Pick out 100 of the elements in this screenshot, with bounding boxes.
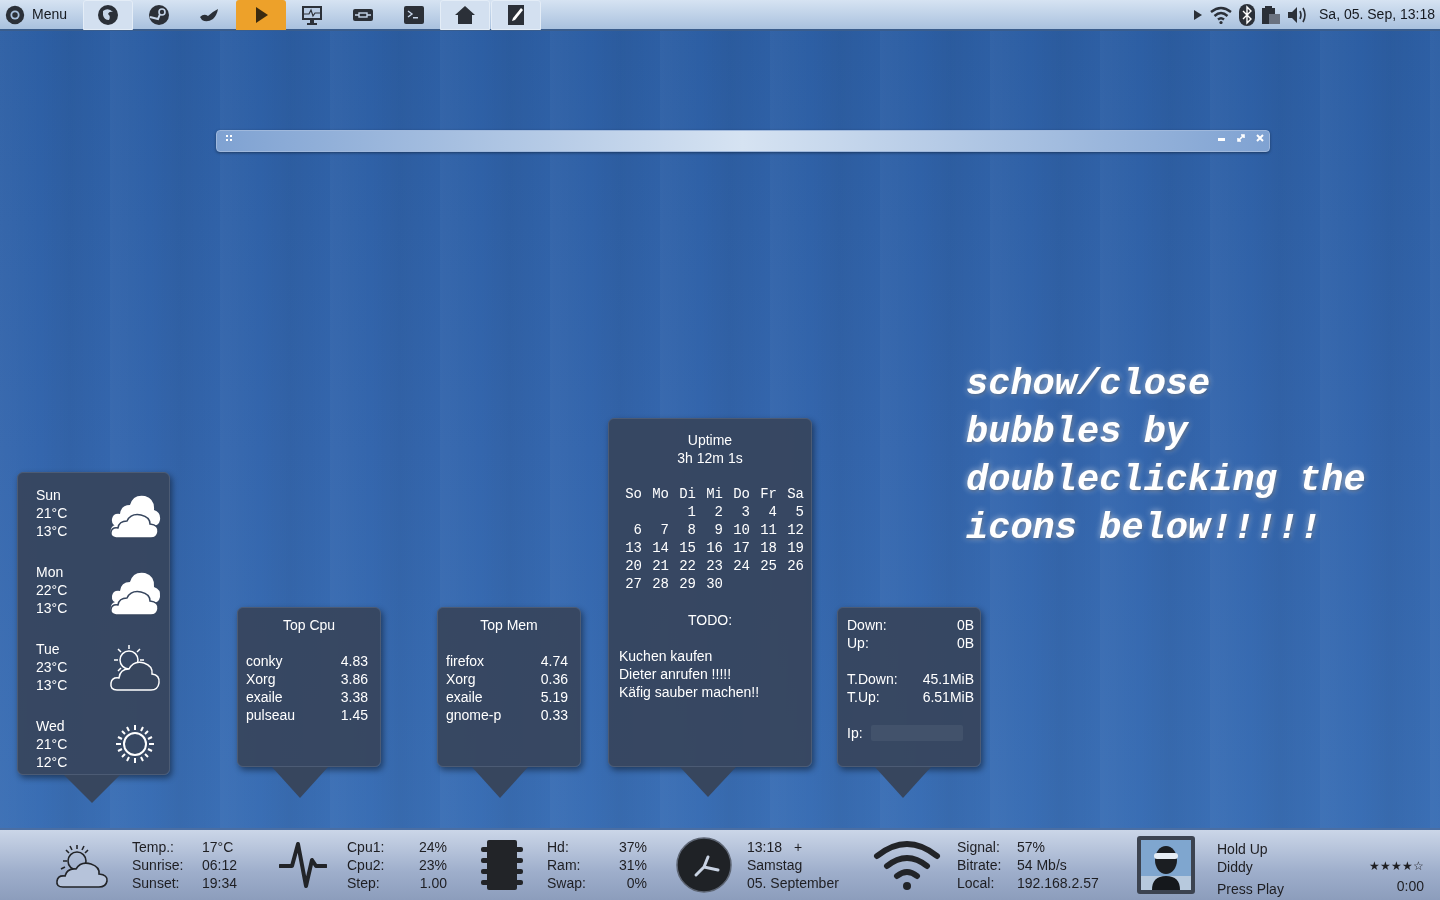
calendar-day: 2: [700, 503, 727, 521]
calendar-day: 29: [673, 575, 700, 593]
calendar-day: 28: [646, 575, 673, 593]
process-name: pulseau: [246, 706, 297, 724]
orb-icon: [4, 3, 26, 26]
wifi-icon[interactable]: [873, 838, 941, 892]
grip-icon[interactable]: [226, 135, 232, 141]
process-value: 3.86: [340, 670, 368, 688]
calendar-day: 1: [673, 503, 700, 521]
uptime-text: 3h 12m 1s: [676, 449, 744, 467]
calendar-day: 26: [781, 557, 808, 575]
clock-text[interactable]: Sa, 05. Sep, 13:18: [1319, 4, 1435, 25]
net-label: T.Down:: [847, 670, 899, 688]
net-value: 0B: [955, 616, 974, 634]
stat-label: Sunset:: [132, 874, 181, 892]
weekday-text: Mo: [651, 485, 670, 503]
status-text: Press Play: [1217, 880, 1285, 898]
calendar-day: 8: [673, 521, 700, 539]
stat-value: 24%: [417, 838, 447, 856]
calendar-day: 14: [646, 539, 673, 557]
todo-item: Käfig sauber machen!!: [619, 683, 761, 701]
process-name: firefox: [446, 652, 486, 670]
date-text: 05. September: [747, 874, 840, 892]
todo-title: TODO:: [686, 611, 734, 629]
stat-label: Ram:: [547, 856, 582, 874]
temperature-text: 23°C: [36, 658, 68, 676]
stat-value: 57%: [1017, 838, 1047, 856]
time-text: 0:00: [1396, 877, 1424, 895]
bubble-title: Top Mem: [479, 616, 539, 634]
calendar-day: 18: [754, 539, 781, 557]
calendar-day: 22: [673, 557, 700, 575]
stat-label: Swap:: [547, 874, 587, 892]
calendar-day: 12: [781, 521, 808, 539]
weekday-text: Di: [678, 485, 697, 503]
weekday-text: So: [624, 485, 643, 503]
stat-value: 0%: [625, 874, 647, 892]
net-value: 0B: [955, 634, 974, 652]
launcher-button[interactable]: [83, 0, 134, 30]
weekday-text: Samstag: [747, 856, 804, 874]
calendar-day: 5: [781, 503, 808, 521]
calendar-day: 7: [646, 521, 673, 539]
time-text: 13:18: [747, 838, 783, 856]
calendar-day: 30: [700, 575, 727, 593]
stat-value: 06:12: [202, 856, 239, 874]
stat-value: 19:34: [202, 874, 239, 892]
stat-value: 37%: [617, 838, 647, 856]
launcher-button[interactable]: [236, 0, 287, 30]
process-value: 5.19: [540, 688, 568, 706]
stat-value: 54 Mb/s: [1017, 856, 1068, 874]
temperature-text: 13°C: [36, 676, 68, 694]
calendar-day: 16: [700, 539, 727, 557]
menu-button[interactable]: Menu: [0, 0, 80, 30]
bluetooth-icon[interactable]: [1239, 3, 1255, 26]
stat-value: 17°C: [202, 838, 235, 856]
calendar-day: 15: [673, 539, 700, 557]
calendar-day: 20: [619, 557, 646, 575]
todo-item: Dieter anrufen !!!!!: [619, 665, 733, 683]
net-label: T.Up:: [847, 688, 881, 706]
stat-label: Cpu2:: [347, 856, 386, 874]
calendar-day: 6: [619, 521, 646, 539]
process-value: 0.36: [540, 670, 568, 688]
process-name: conky: [246, 652, 284, 670]
play-icon[interactable]: [1193, 8, 1203, 21]
calendar-day: 19: [781, 539, 808, 557]
weekday-text: Do: [732, 485, 751, 503]
stat-label: Signal:: [957, 838, 1001, 856]
chip-icon[interactable]: [481, 839, 523, 891]
calendar-day: 23: [700, 557, 727, 575]
process-name: exaile: [446, 688, 484, 706]
calendar-day: 25: [754, 557, 781, 575]
gear-ball-icon: [147, 2, 172, 27]
launcher-button[interactable]: [440, 0, 491, 30]
clipboard-icon[interactable]: [1261, 4, 1281, 25]
wifi-icon[interactable]: [1209, 5, 1233, 24]
calendar-day: 10: [727, 521, 754, 539]
process-value: 4.83: [340, 652, 368, 670]
stat-label: Cpu1:: [347, 838, 386, 856]
process-name: Xorg: [246, 670, 277, 688]
stat-value: 23%: [417, 856, 447, 874]
calendar-day: 24: [727, 557, 754, 575]
stat-label: Hd:: [547, 838, 570, 856]
track-title: Hold Up: [1217, 840, 1269, 858]
launcher-button[interactable]: [491, 0, 542, 30]
volume-icon[interactable]: [1287, 5, 1309, 24]
close-icon[interactable]: [1256, 134, 1264, 142]
weekday-text: Fr: [759, 485, 778, 503]
artist-text: Diddy: [1217, 858, 1254, 876]
calendar-day: 17: [727, 539, 754, 557]
clock-icon[interactable]: [676, 837, 732, 893]
pulse-icon[interactable]: [279, 842, 327, 888]
temperature-text: 13°C: [36, 599, 68, 617]
net-label: Up:: [847, 634, 870, 652]
star-rating[interactable]: ★★★★☆: [1369, 859, 1424, 873]
stat-label: Local:: [957, 874, 996, 892]
process-name: Xorg: [446, 670, 477, 688]
stat-value: 192.168.2.57: [1017, 874, 1100, 892]
calendar-day: 11: [754, 521, 781, 539]
net-label: Ip:: [847, 724, 864, 742]
net-value: 6.51MiB: [921, 688, 974, 706]
process-name: gnome-p: [446, 706, 503, 724]
